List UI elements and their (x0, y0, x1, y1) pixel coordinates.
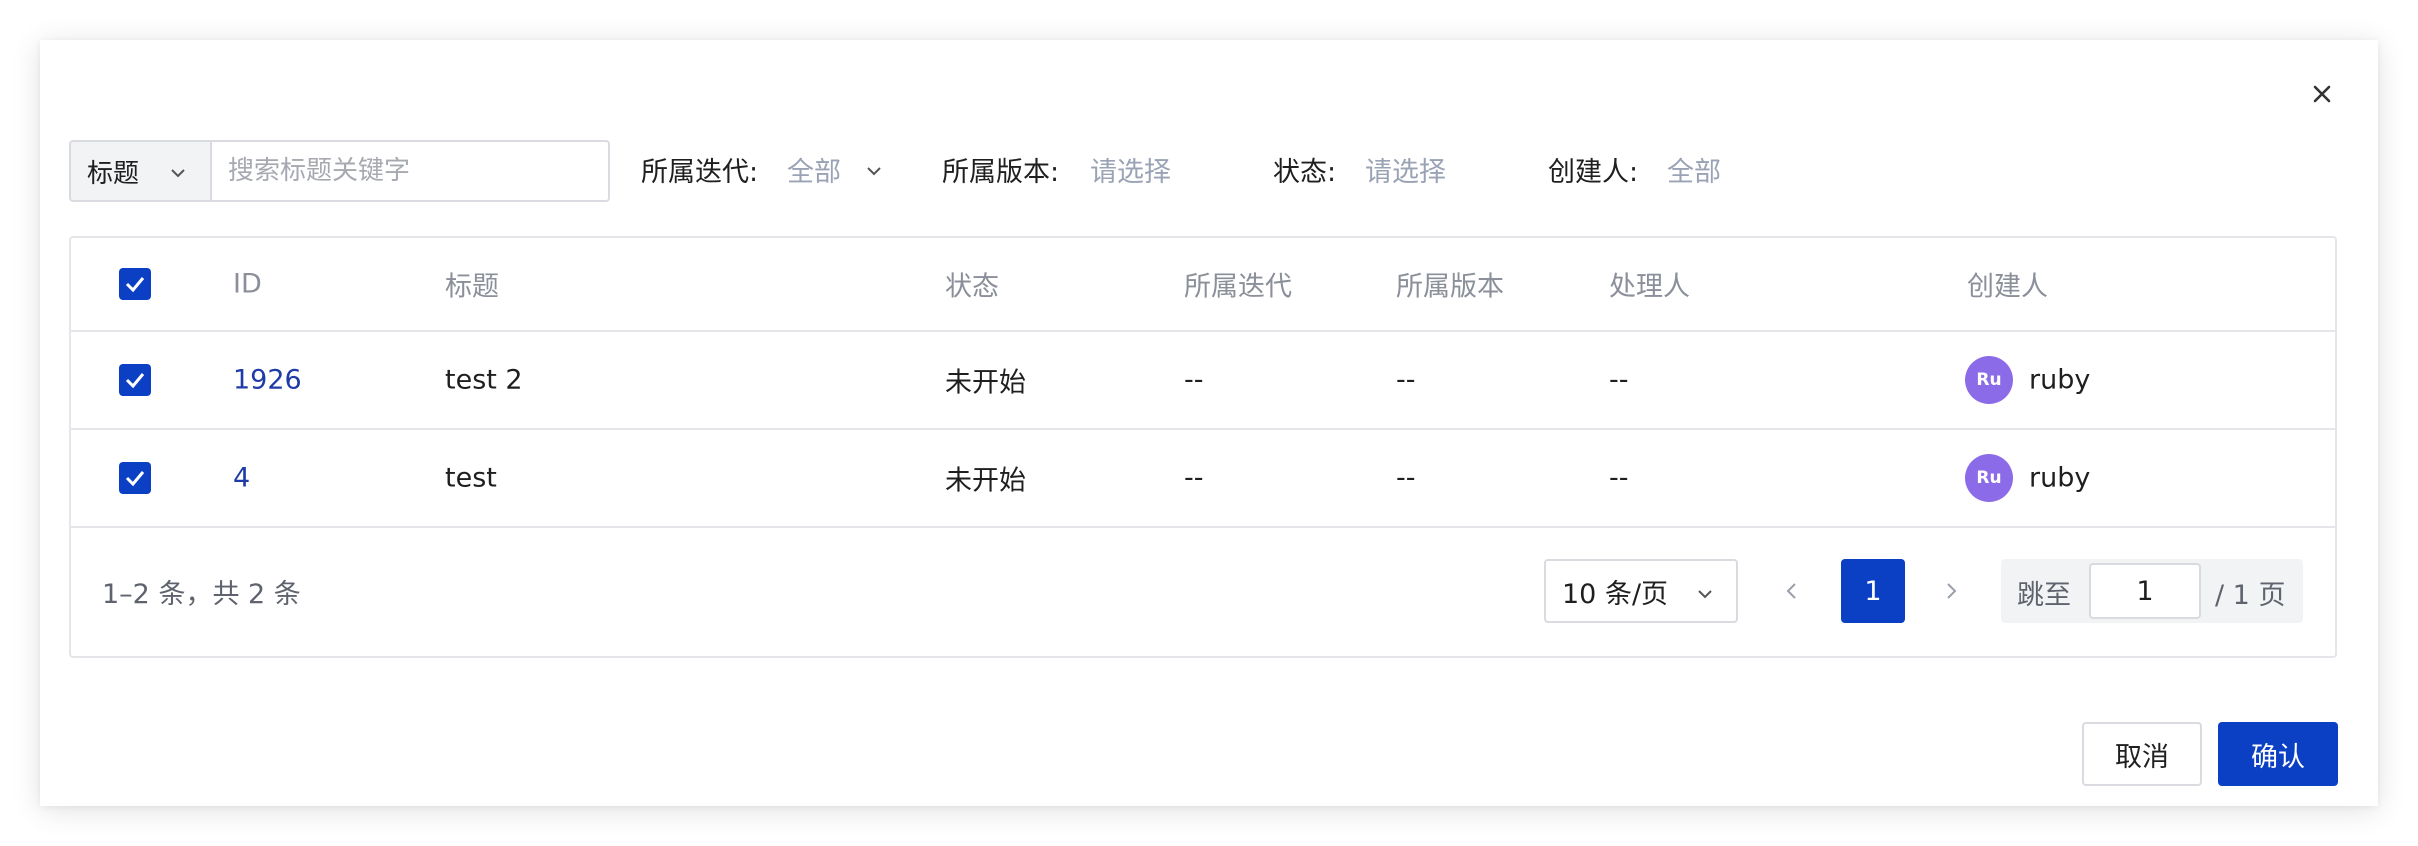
table-row[interactable]: 1926 test 2 未开始 -- -- -- Ru ruby (71, 332, 2335, 430)
pagination-total: 1–2 条，共 2 条 (102, 579, 301, 610)
chevron-right-icon (1947, 583, 1957, 599)
row-checkbox[interactable] (119, 462, 151, 494)
check-icon (125, 277, 145, 293)
page-jumper: 跳至 / 1 页 (2001, 559, 2303, 623)
iteration-chevron-down-icon[interactable] (863, 160, 885, 182)
column-header-status: 状态 (945, 271, 999, 303)
jump-label: 跳至 (2017, 580, 2071, 611)
jump-page-input[interactable] (2089, 563, 2201, 619)
total-pages: / 1 页 (2215, 580, 2286, 611)
item-status: 未开始 (945, 367, 1026, 399)
item-creator: ruby (2029, 364, 2091, 396)
column-header-iteration: 所属迭代 (1184, 271, 1292, 303)
column-header-title: 标题 (445, 271, 499, 303)
search-field-select[interactable]: 标题 (69, 140, 211, 202)
item-status: 未开始 (945, 465, 1026, 497)
items-table: ID 标题 状态 所属迭代 所属版本 处理人 创建人 1926 test 2 未… (69, 236, 2337, 658)
status-filter-value[interactable]: 请选择 (1365, 150, 1446, 189)
select-all-checkbox[interactable] (119, 268, 151, 300)
page-size-value: 10 条/页 (1562, 578, 1669, 610)
creator-filter-value[interactable]: 全部 (1667, 150, 1721, 189)
version-filter-value[interactable]: 请选择 (1090, 150, 1171, 189)
item-creator: ruby (2029, 462, 2091, 494)
chevron-down-icon (171, 169, 185, 178)
page-button-current[interactable]: 1 (1841, 559, 1905, 623)
item-title: test 2 (445, 364, 523, 396)
item-assignee: -- (1609, 462, 1629, 494)
close-button[interactable] (2302, 74, 2342, 114)
item-assignee: -- (1609, 364, 1629, 396)
check-icon (125, 373, 145, 389)
row-checkbox[interactable] (119, 364, 151, 396)
chevron-down-icon (1698, 590, 1712, 599)
close-icon (2313, 85, 2331, 103)
item-title: test (445, 462, 497, 494)
column-header-version: 所属版本 (1396, 271, 1504, 303)
item-id-link[interactable]: 1926 (233, 365, 302, 396)
page-size-select[interactable]: 10 条/页 (1544, 559, 1738, 623)
version-filter-label: 所属版本: (942, 157, 1060, 188)
avatar: Ru (1965, 356, 2013, 404)
item-version: -- (1396, 462, 1416, 494)
table-header: ID 标题 状态 所属迭代 所属版本 处理人 创建人 (71, 238, 2335, 332)
column-header-creator: 创建人 (1967, 271, 2048, 303)
iteration-filter-label: 所属迭代: (641, 157, 759, 188)
column-header-id: ID (233, 268, 262, 300)
confirm-button[interactable]: 确认 (2218, 722, 2338, 786)
creator-filter-label: 创建人: (1548, 157, 1639, 188)
select-items-dialog: 标题 所属迭代: 全部 所属版本: 请选择 状态: 请选择 创建人: 全部 ID… (40, 40, 2378, 806)
item-iteration: -- (1184, 364, 1204, 396)
table-row[interactable]: 4 test 未开始 -- -- -- Ru ruby (71, 430, 2335, 528)
status-filter-label: 状态: (1273, 157, 1337, 188)
item-version: -- (1396, 364, 1416, 396)
iteration-filter-value[interactable]: 全部 (787, 150, 841, 189)
column-header-assignee: 处理人 (1609, 271, 1690, 303)
search-field-label: 标题 (87, 158, 140, 189)
avatar: Ru (1965, 454, 2013, 502)
chevron-left-icon (1786, 583, 1796, 599)
next-page-button[interactable] (1931, 571, 1971, 611)
check-icon (125, 471, 145, 487)
item-iteration: -- (1184, 462, 1204, 494)
item-id-link[interactable]: 4 (233, 463, 250, 494)
prev-page-button[interactable] (1772, 571, 1812, 611)
cancel-button[interactable]: 取消 (2082, 722, 2202, 786)
search-input[interactable] (210, 140, 610, 202)
